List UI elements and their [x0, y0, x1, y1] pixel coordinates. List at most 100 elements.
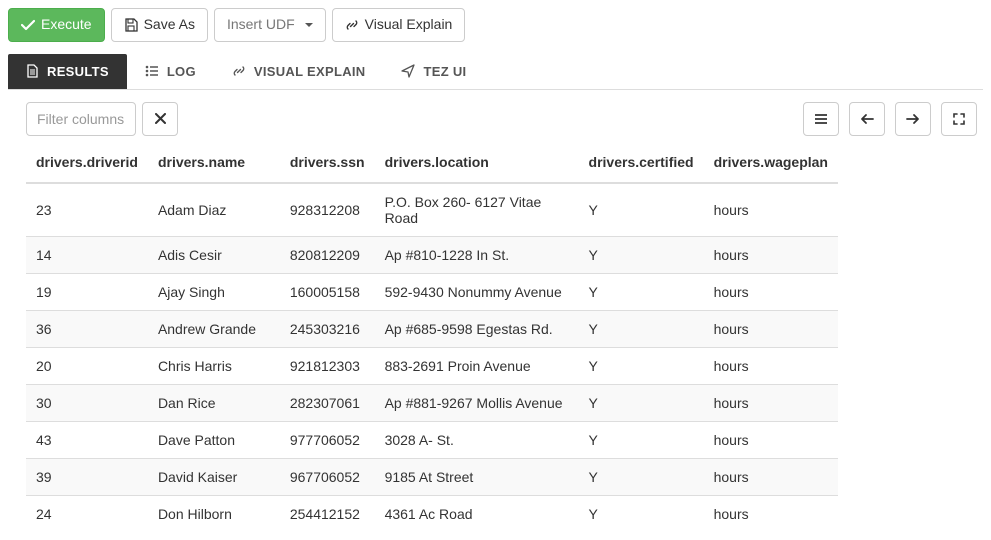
cell-driverid: 20 [26, 347, 148, 384]
table-row[interactable]: 36Andrew Grande245303216Ap #685-9598 Ege… [26, 310, 838, 347]
save-as-button[interactable]: Save As [111, 8, 208, 42]
table-row[interactable]: 23Adam Diaz928312208P.O. Box 260- 6127 V… [26, 183, 838, 237]
filter-columns-input[interactable] [26, 102, 136, 136]
cell-ssn: 921812303 [280, 347, 375, 384]
menu-button[interactable] [803, 102, 839, 136]
cell-ssn: 254412152 [280, 495, 375, 532]
table-row[interactable]: 19Ajay Singh160005158592-9430 Nonummy Av… [26, 273, 838, 310]
cell-name: David Kaiser [148, 458, 280, 495]
cell-wageplan: hours [704, 384, 838, 421]
cell-certified: Y [579, 347, 704, 384]
cell-driverid: 30 [26, 384, 148, 421]
cell-driverid: 24 [26, 495, 148, 532]
execute-button[interactable]: Execute [8, 8, 105, 42]
visual-explain-button[interactable]: Visual Explain [332, 8, 466, 42]
cell-name: Chris Harris [148, 347, 280, 384]
cell-name: Adis Cesir [148, 236, 280, 273]
cell-certified: Y [579, 310, 704, 347]
table-row[interactable]: 24Don Hilborn2544121524361 Ac RoadYhours [26, 495, 838, 532]
cell-wageplan: hours [704, 310, 838, 347]
cell-driverid: 36 [26, 310, 148, 347]
cell-wageplan: hours [704, 236, 838, 273]
cell-location: 883-2691 Proin Avenue [375, 347, 579, 384]
send-icon [401, 64, 415, 78]
cell-location: P.O. Box 260- 6127 Vitae Road [375, 183, 579, 237]
cell-wageplan: hours [704, 273, 838, 310]
tab-log-label: LOG [167, 64, 196, 79]
tab-results-label: RESULTS [47, 64, 109, 79]
table-header-row: drivers.driverid drivers.name drivers.ss… [26, 144, 838, 183]
cell-location: 3028 A- St. [375, 421, 579, 458]
col-wageplan[interactable]: drivers.wageplan [704, 144, 838, 183]
cell-certified: Y [579, 236, 704, 273]
cell-wageplan: hours [704, 495, 838, 532]
cell-wageplan: hours [704, 183, 838, 237]
insert-udf-button[interactable]: Insert UDF [214, 8, 326, 42]
next-page-button[interactable] [895, 102, 931, 136]
cell-name: Dave Patton [148, 421, 280, 458]
cell-ssn: 928312208 [280, 183, 375, 237]
tab-results[interactable]: RESULTS [8, 54, 127, 89]
cell-name: Don Hilborn [148, 495, 280, 532]
result-tabs: RESULTS LOG VISUAL EXPLAIN TEZ UI [8, 54, 983, 90]
menu-icon [814, 113, 828, 125]
tab-log[interactable]: LOG [127, 54, 214, 89]
cell-wageplan: hours [704, 421, 838, 458]
col-certified[interactable]: drivers.certified [579, 144, 704, 183]
tab-tez-ui-label: TEZ UI [423, 64, 466, 79]
cell-certified: Y [579, 495, 704, 532]
cell-certified: Y [579, 421, 704, 458]
cell-name: Adam Diaz [148, 183, 280, 237]
document-icon [26, 64, 39, 78]
fullscreen-button[interactable] [941, 102, 977, 136]
table-row[interactable]: 43Dave Patton9777060523028 A- St.Yhours [26, 421, 838, 458]
tab-visual-explain[interactable]: VISUAL EXPLAIN [214, 54, 384, 89]
cell-ssn: 977706052 [280, 421, 375, 458]
cell-ssn: 282307061 [280, 384, 375, 421]
cell-driverid: 23 [26, 183, 148, 237]
cell-ssn: 245303216 [280, 310, 375, 347]
cell-wageplan: hours [704, 458, 838, 495]
table-row[interactable]: 20Chris Harris921812303883-2691 Proin Av… [26, 347, 838, 384]
tab-tez-ui[interactable]: TEZ UI [383, 54, 484, 89]
cell-ssn: 967706052 [280, 458, 375, 495]
caret-down-icon [305, 23, 313, 27]
col-ssn[interactable]: drivers.ssn [280, 144, 375, 183]
cell-driverid: 43 [26, 421, 148, 458]
cell-location: Ap #881-9267 Mollis Avenue [375, 384, 579, 421]
link-icon [232, 64, 246, 78]
list-icon [145, 65, 159, 77]
table-row[interactable]: 14Adis Cesir820812209Ap #810-1228 In St.… [26, 236, 838, 273]
execute-label: Execute [41, 15, 92, 35]
table-row[interactable]: 39David Kaiser9677060529185 At StreetYho… [26, 458, 838, 495]
results-table: drivers.driverid drivers.name drivers.ss… [26, 144, 838, 532]
cell-wageplan: hours [704, 347, 838, 384]
arrow-left-icon [860, 113, 874, 125]
cell-driverid: 19 [26, 273, 148, 310]
cell-location: Ap #685-9598 Egestas Rd. [375, 310, 579, 347]
cell-location: Ap #810-1228 In St. [375, 236, 579, 273]
link-icon [345, 18, 359, 32]
cell-driverid: 14 [26, 236, 148, 273]
save-icon [124, 18, 138, 32]
cell-name: Andrew Grande [148, 310, 280, 347]
col-location[interactable]: drivers.location [375, 144, 579, 183]
cell-ssn: 160005158 [280, 273, 375, 310]
cell-certified: Y [579, 183, 704, 237]
table-row[interactable]: 30Dan Rice282307061Ap #881-9267 Mollis A… [26, 384, 838, 421]
cell-driverid: 39 [26, 458, 148, 495]
col-name[interactable]: drivers.name [148, 144, 280, 183]
clear-filter-button[interactable] [142, 102, 178, 136]
tab-visual-explain-label: VISUAL EXPLAIN [254, 64, 366, 79]
cell-name: Dan Rice [148, 384, 280, 421]
cell-location: 4361 Ac Road [375, 495, 579, 532]
query-toolbar: Execute Save As Insert UDF Visual Explai… [8, 8, 983, 42]
prev-page-button[interactable] [849, 102, 885, 136]
results-controls [803, 102, 977, 136]
col-driverid[interactable]: drivers.driverid [26, 144, 148, 183]
cell-certified: Y [579, 273, 704, 310]
cell-certified: Y [579, 458, 704, 495]
cell-location: 9185 At Street [375, 458, 579, 495]
results-bar [26, 102, 983, 136]
cell-name: Ajay Singh [148, 273, 280, 310]
